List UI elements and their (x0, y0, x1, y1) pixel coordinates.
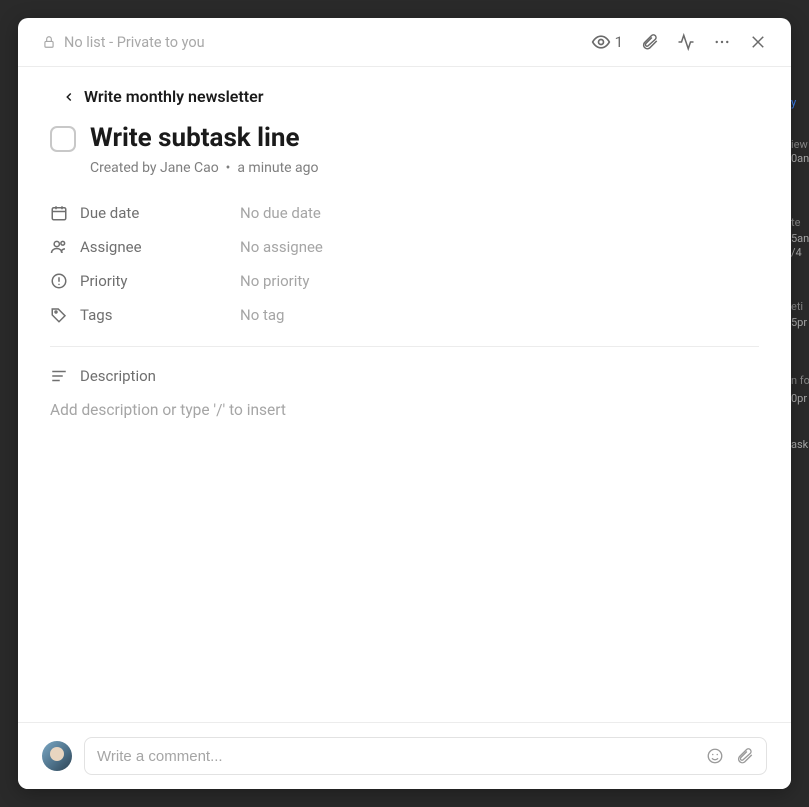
attach-icon[interactable] (736, 747, 754, 765)
lock-icon (42, 35, 56, 49)
list-privacy-text: No list - Private to you (64, 34, 205, 51)
user-icon (50, 238, 68, 256)
activity-icon[interactable] (677, 33, 695, 51)
tags-value: No tag (240, 306, 284, 324)
due-date-value: No due date (240, 204, 321, 222)
complete-checkbox[interactable] (50, 126, 76, 152)
tags-row[interactable]: Tags No tag (50, 306, 759, 324)
created-time: a minute ago (237, 160, 318, 176)
emoji-icon[interactable] (706, 747, 724, 765)
priority-row[interactable]: Priority No priority (50, 272, 759, 290)
watch-count: 1 (615, 33, 623, 51)
list-privacy-label[interactable]: No list - Private to you (42, 34, 205, 51)
chevron-left-icon (62, 90, 76, 104)
description-icon (50, 367, 68, 385)
modal-footer (18, 722, 791, 789)
meta-line: Created by Jane Cao • a minute ago (90, 160, 759, 176)
due-date-row[interactable]: Due date No due date (50, 204, 759, 222)
task-modal: No list - Private to you 1 (18, 18, 791, 789)
tags-label: Tags (80, 306, 112, 324)
breadcrumb[interactable]: Write monthly newsletter (62, 87, 759, 106)
assignee-label: Assignee (80, 238, 142, 256)
calendar-icon (50, 204, 68, 222)
comment-input[interactable] (97, 748, 698, 765)
avatar[interactable] (42, 741, 72, 771)
divider (50, 346, 759, 347)
close-icon[interactable] (749, 33, 767, 51)
attachment-icon[interactable] (641, 33, 659, 51)
assignee-row[interactable]: Assignee No assignee (50, 238, 759, 256)
description-label: Description (80, 367, 156, 385)
comment-input-wrap (84, 737, 767, 775)
created-by: Created by Jane Cao (90, 160, 219, 176)
priority-icon (50, 272, 68, 290)
priority-value: No priority (240, 272, 309, 290)
description-header: Description (50, 367, 759, 385)
description-input[interactable]: Add description or type '/' to insert (50, 401, 759, 419)
tag-icon (50, 306, 68, 324)
modal-header: No list - Private to you 1 (18, 18, 791, 67)
due-date-label: Due date (80, 204, 139, 222)
priority-label: Priority (80, 272, 127, 290)
eye-icon (591, 32, 611, 52)
modal-body: Write monthly newsletter Write subtask l… (18, 67, 791, 722)
meta-separator: • (226, 160, 231, 176)
task-title[interactable]: Write subtask line (90, 124, 300, 154)
breadcrumb-parent: Write monthly newsletter (84, 87, 264, 106)
field-list: Due date No due date Assignee (50, 204, 759, 324)
more-icon[interactable] (713, 33, 731, 51)
header-actions: 1 (591, 32, 767, 52)
assignee-value: No assignee (240, 238, 323, 256)
title-row: Write subtask line (50, 124, 759, 154)
watch-button[interactable]: 1 (591, 32, 623, 52)
